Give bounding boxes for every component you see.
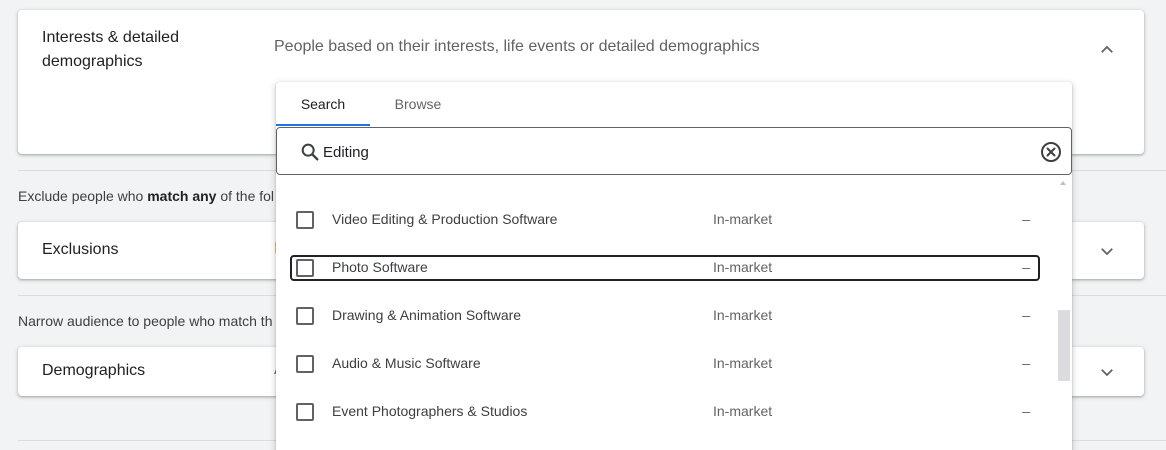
item-label: Event Photographers & Studios: [332, 403, 528, 419]
item-type: In-market: [713, 403, 773, 419]
search-icon: [301, 143, 319, 161]
checkbox[interactable]: [296, 355, 314, 373]
narrow-hint: Narrow audience to people who match th: [18, 313, 273, 329]
scroll-up-arrow[interactable]: [1060, 181, 1066, 185]
list-item[interactable]: Photo Software In-market –: [290, 255, 1040, 281]
checkbox[interactable]: [296, 211, 314, 229]
exclusions-title: Exclusions: [42, 241, 119, 258]
chevron-up-icon[interactable]: [1098, 41, 1116, 59]
search-field[interactable]: [276, 127, 1072, 175]
list-item[interactable]: Video Editing & Production Software In-m…: [290, 207, 1040, 233]
item-label: Video Editing & Production Software: [332, 211, 558, 227]
search-input[interactable]: [323, 140, 1003, 164]
audience-search-dropdown: Search Browse Video Editing & Production…: [276, 82, 1072, 450]
item-type: In-market: [713, 355, 773, 371]
list-item[interactable]: Audio & Music Software In-market –: [290, 351, 1040, 377]
list-item[interactable]: Drawing & Animation Software In-market –: [290, 303, 1040, 329]
tab-browse[interactable]: Browse: [370, 82, 466, 126]
item-type: In-market: [713, 211, 773, 227]
checkbox[interactable]: [296, 307, 314, 325]
interests-title: Interests & detailed demographics: [42, 29, 179, 70]
item-label: Drawing & Animation Software: [332, 307, 522, 323]
item-size: –: [1022, 211, 1030, 227]
checkbox[interactable]: [296, 403, 314, 421]
item-type: In-market: [713, 259, 773, 275]
item-size: –: [1022, 307, 1030, 323]
results-list: Video Editing & Production Software In-m…: [276, 176, 1072, 450]
tab-search[interactable]: Search: [276, 82, 370, 126]
dropdown-tabs: Search Browse: [276, 82, 1072, 126]
checkbox[interactable]: [296, 259, 314, 277]
item-type: In-market: [713, 307, 773, 323]
scrollbar-thumb[interactable]: [1058, 310, 1070, 381]
chevron-down-icon[interactable]: [1098, 242, 1116, 260]
item-label: Audio & Music Software: [332, 355, 481, 371]
item-size: –: [1022, 403, 1030, 419]
item-label: Photo Software: [332, 259, 428, 275]
item-size: –: [1022, 259, 1030, 275]
interests-description: People based on their interests, life ev…: [274, 38, 760, 55]
partial-list-item: [296, 176, 496, 182]
list-item[interactable]: Event Photographers & Studios In-market …: [290, 399, 1040, 425]
exclude-hint: Exclude people who match any of the fol: [18, 188, 275, 204]
demographics-title: Demographics: [42, 362, 146, 379]
chevron-down-icon[interactable]: [1098, 363, 1116, 381]
clear-circle-icon[interactable]: [1039, 140, 1063, 164]
item-size: –: [1022, 355, 1030, 371]
